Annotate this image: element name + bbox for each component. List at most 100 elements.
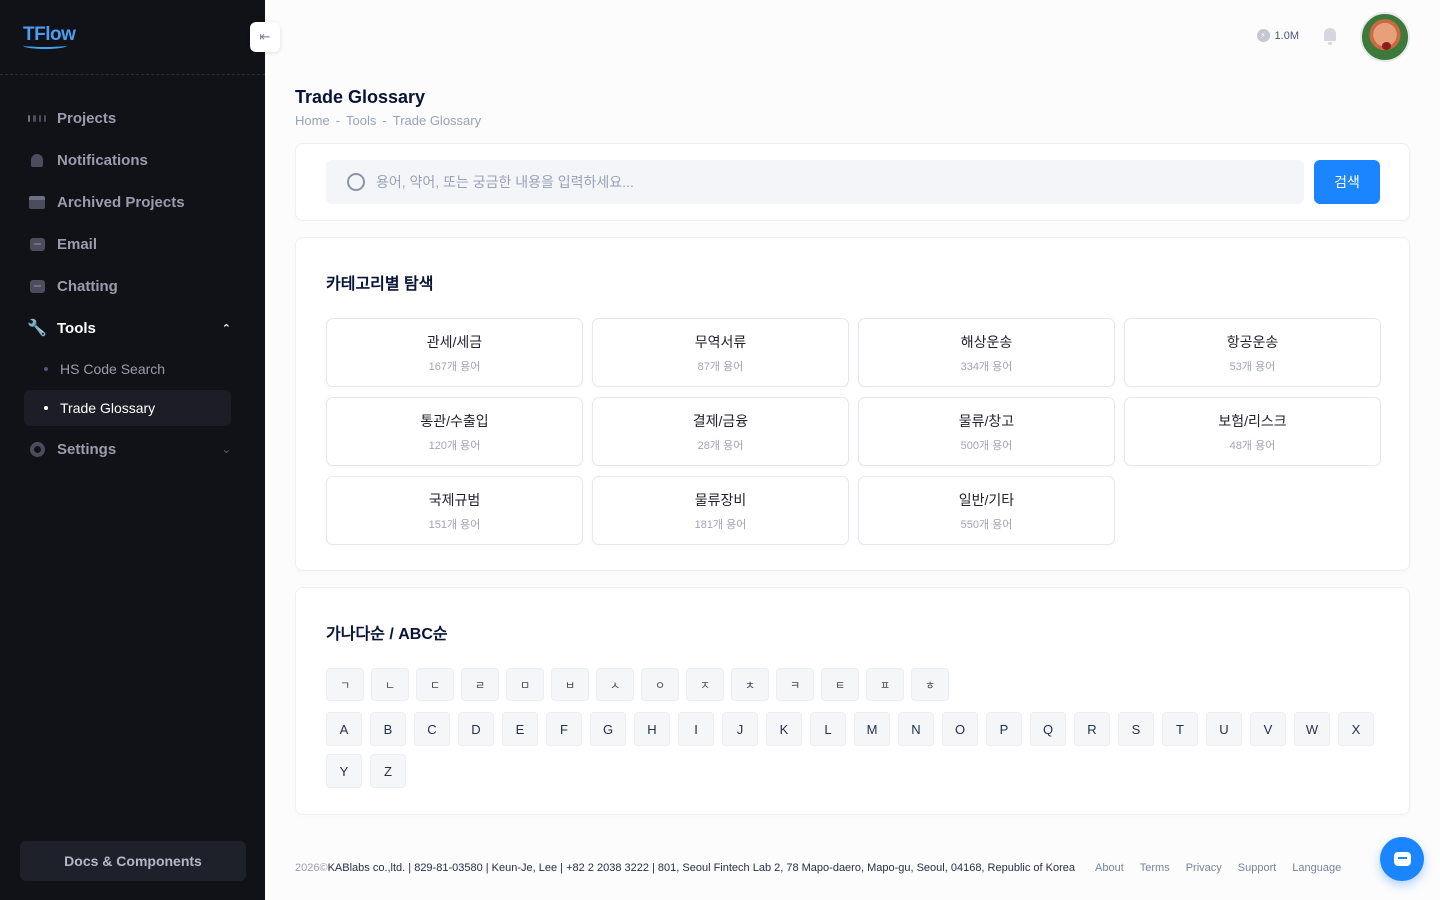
- sidebar-item-archived-projects[interactable]: Archived Projects: [0, 181, 265, 223]
- latin-index-button[interactable]: I: [678, 712, 714, 746]
- category-tile[interactable]: 물류장비 181개 용어: [592, 476, 849, 545]
- hangul-index-button[interactable]: ㅅ: [596, 668, 634, 701]
- chevron-down-icon: ⌄: [221, 443, 231, 456]
- category-tile[interactable]: 국제규범 151개 용어: [326, 476, 583, 545]
- latin-index-button[interactable]: T: [1162, 712, 1198, 746]
- breadcrumb-current: Trade Glossary: [392, 113, 482, 128]
- notifications-bell-icon[interactable]: [1323, 28, 1337, 45]
- latin-index-button[interactable]: U: [1206, 712, 1242, 746]
- docs-components-button[interactable]: Docs & Components: [20, 841, 246, 881]
- latin-index-button[interactable]: D: [458, 712, 494, 746]
- category-tile[interactable]: 통관/수출입 120개 용어: [326, 397, 583, 466]
- category-tile[interactable]: 해상운송 334개 용어: [858, 318, 1115, 387]
- hangul-index-button[interactable]: ㅂ: [551, 668, 589, 701]
- chat-icon: [1393, 852, 1411, 866]
- bell-icon: [28, 151, 46, 169]
- category-count: 181개 용어: [694, 518, 747, 531]
- latin-index-button[interactable]: L: [810, 712, 846, 746]
- sidebar-item-email[interactable]: Email: [0, 223, 265, 265]
- hangul-index-button[interactable]: ㄴ: [371, 668, 409, 701]
- avatar[interactable]: [1360, 12, 1410, 62]
- sidebar-item-projects[interactable]: Projects: [0, 97, 265, 139]
- latin-index-button[interactable]: P: [986, 712, 1022, 746]
- footer-links: About Terms Privacy Support Language: [1095, 862, 1341, 874]
- hangul-index-button[interactable]: ㅁ: [506, 668, 544, 701]
- hangul-index-button[interactable]: ㅊ: [731, 668, 769, 701]
- latin-index-button[interactable]: B: [370, 712, 406, 746]
- latin-index-button[interactable]: O: [942, 712, 978, 746]
- latin-index-button[interactable]: G: [590, 712, 626, 746]
- footer-link-privacy[interactable]: Privacy: [1186, 862, 1222, 874]
- category-tile[interactable]: 일반/기타 550개 용어: [858, 476, 1115, 545]
- category-name: 물류/창고: [958, 412, 1015, 429]
- hangul-index-button[interactable]: ㅋ: [776, 668, 814, 701]
- hangul-index-button[interactable]: ㅍ: [866, 668, 904, 701]
- category-tile[interactable]: 물류/창고 500개 용어: [858, 397, 1115, 466]
- page-title: Trade Glossary: [295, 87, 426, 107]
- hangul-index-button[interactable]: ㅌ: [821, 668, 859, 701]
- latin-index-button[interactable]: Q: [1030, 712, 1066, 746]
- category-name: 일반/기타: [958, 491, 1015, 508]
- sidebar-subitem-trade-glossary[interactable]: Trade Glossary: [24, 390, 231, 426]
- app-logo[interactable]: TFlow: [23, 24, 76, 49]
- sidebar-item-chatting[interactable]: Chatting: [0, 265, 265, 307]
- latin-index-button[interactable]: V: [1250, 712, 1286, 746]
- latin-index-button[interactable]: H: [634, 712, 670, 746]
- breadcrumb-tools[interactable]: Tools: [346, 113, 376, 128]
- latin-index-button[interactable]: E: [502, 712, 538, 746]
- latin-index-button[interactable]: C: [414, 712, 450, 746]
- chat-button[interactable]: [1380, 837, 1424, 881]
- chevron-up-icon: ⌃: [221, 322, 231, 335]
- latin-index-button[interactable]: X: [1338, 712, 1374, 746]
- search-input[interactable]: [376, 174, 1256, 190]
- footer-link-language[interactable]: Language: [1292, 862, 1341, 874]
- latin-index-button[interactable]: W: [1294, 712, 1330, 746]
- footer-link-support[interactable]: Support: [1238, 862, 1277, 874]
- sidebar-item-notifications[interactable]: Notifications: [0, 139, 265, 181]
- sidebar-collapse-button[interactable]: ⇤: [250, 22, 280, 52]
- bolt-icon: ⚡: [1256, 29, 1270, 42]
- wrench-icon: 🔧: [27, 320, 47, 337]
- category-name: 해상운송: [960, 333, 1013, 350]
- sidebar-item-tools[interactable]: 🔧 Tools ⌃: [0, 307, 265, 349]
- category-name: 국제규범: [428, 491, 481, 508]
- latin-index-button[interactable]: K: [766, 712, 802, 746]
- footer-link-terms[interactable]: Terms: [1140, 862, 1170, 874]
- hangul-index-button[interactable]: ㅎ: [911, 668, 949, 701]
- breadcrumb-home[interactable]: Home: [295, 113, 330, 128]
- latin-index-button[interactable]: Z: [370, 754, 406, 788]
- category-tile[interactable]: 관세/세금 167개 용어: [326, 318, 583, 387]
- latin-index-button[interactable]: R: [1074, 712, 1110, 746]
- latin-index-button[interactable]: A: [326, 712, 362, 746]
- category-tile[interactable]: 결제/금융 28개 용어: [592, 397, 849, 466]
- credit-value: 1.0M: [1274, 29, 1299, 42]
- category-name: 항공운송: [1226, 333, 1279, 350]
- sidebar-item-settings[interactable]: Settings ⌄: [0, 428, 265, 470]
- grid-icon: [28, 109, 46, 127]
- latin-index-button[interactable]: J: [722, 712, 758, 746]
- alphabet-card: 가나다순 / ABC순 ㄱㄴㄷㄹㅁㅂㅅㅇㅈㅊㅋㅌㅍㅎ ABCDEFGHIJKLM…: [295, 587, 1410, 815]
- hangul-index-button[interactable]: ㄹ: [461, 668, 499, 701]
- sidebar: TFlow Projects Notifications Archived Pr…: [0, 0, 265, 900]
- hangul-index-button[interactable]: ㄱ: [326, 668, 364, 701]
- hangul-index-button[interactable]: ㅈ: [686, 668, 724, 701]
- latin-index-button[interactable]: F: [546, 712, 582, 746]
- category-tile[interactable]: 보험/리스크 48개 용어: [1124, 397, 1381, 466]
- latin-index-button[interactable]: M: [854, 712, 890, 746]
- footer-link-about[interactable]: About: [1095, 862, 1124, 874]
- sidebar-subitem-hs-code-search[interactable]: HS Code Search: [0, 350, 265, 388]
- category-tile[interactable]: 항공운송 53개 용어: [1124, 318, 1381, 387]
- breadcrumb: Home - Tools - Trade Glossary: [295, 113, 1410, 128]
- latin-index-button[interactable]: N: [898, 712, 934, 746]
- hangul-index-button[interactable]: ㄷ: [416, 668, 454, 701]
- sidebar-header: TFlow: [0, 0, 265, 75]
- category-tile[interactable]: 무역서류 87개 용어: [592, 318, 849, 387]
- latin-index-button[interactable]: S: [1118, 712, 1154, 746]
- bullet-icon: [44, 406, 48, 410]
- footer-company: KABlabs co.,ltd. | 829-81-03580 | Keun-J…: [327, 862, 1075, 874]
- search-button[interactable]: 검색: [1314, 160, 1380, 204]
- latin-index-button[interactable]: Y: [326, 754, 362, 788]
- search-box: [326, 160, 1304, 204]
- hangul-index-button[interactable]: ㅇ: [641, 668, 679, 701]
- credit-balance[interactable]: ⚡ 1.0M: [1256, 29, 1299, 42]
